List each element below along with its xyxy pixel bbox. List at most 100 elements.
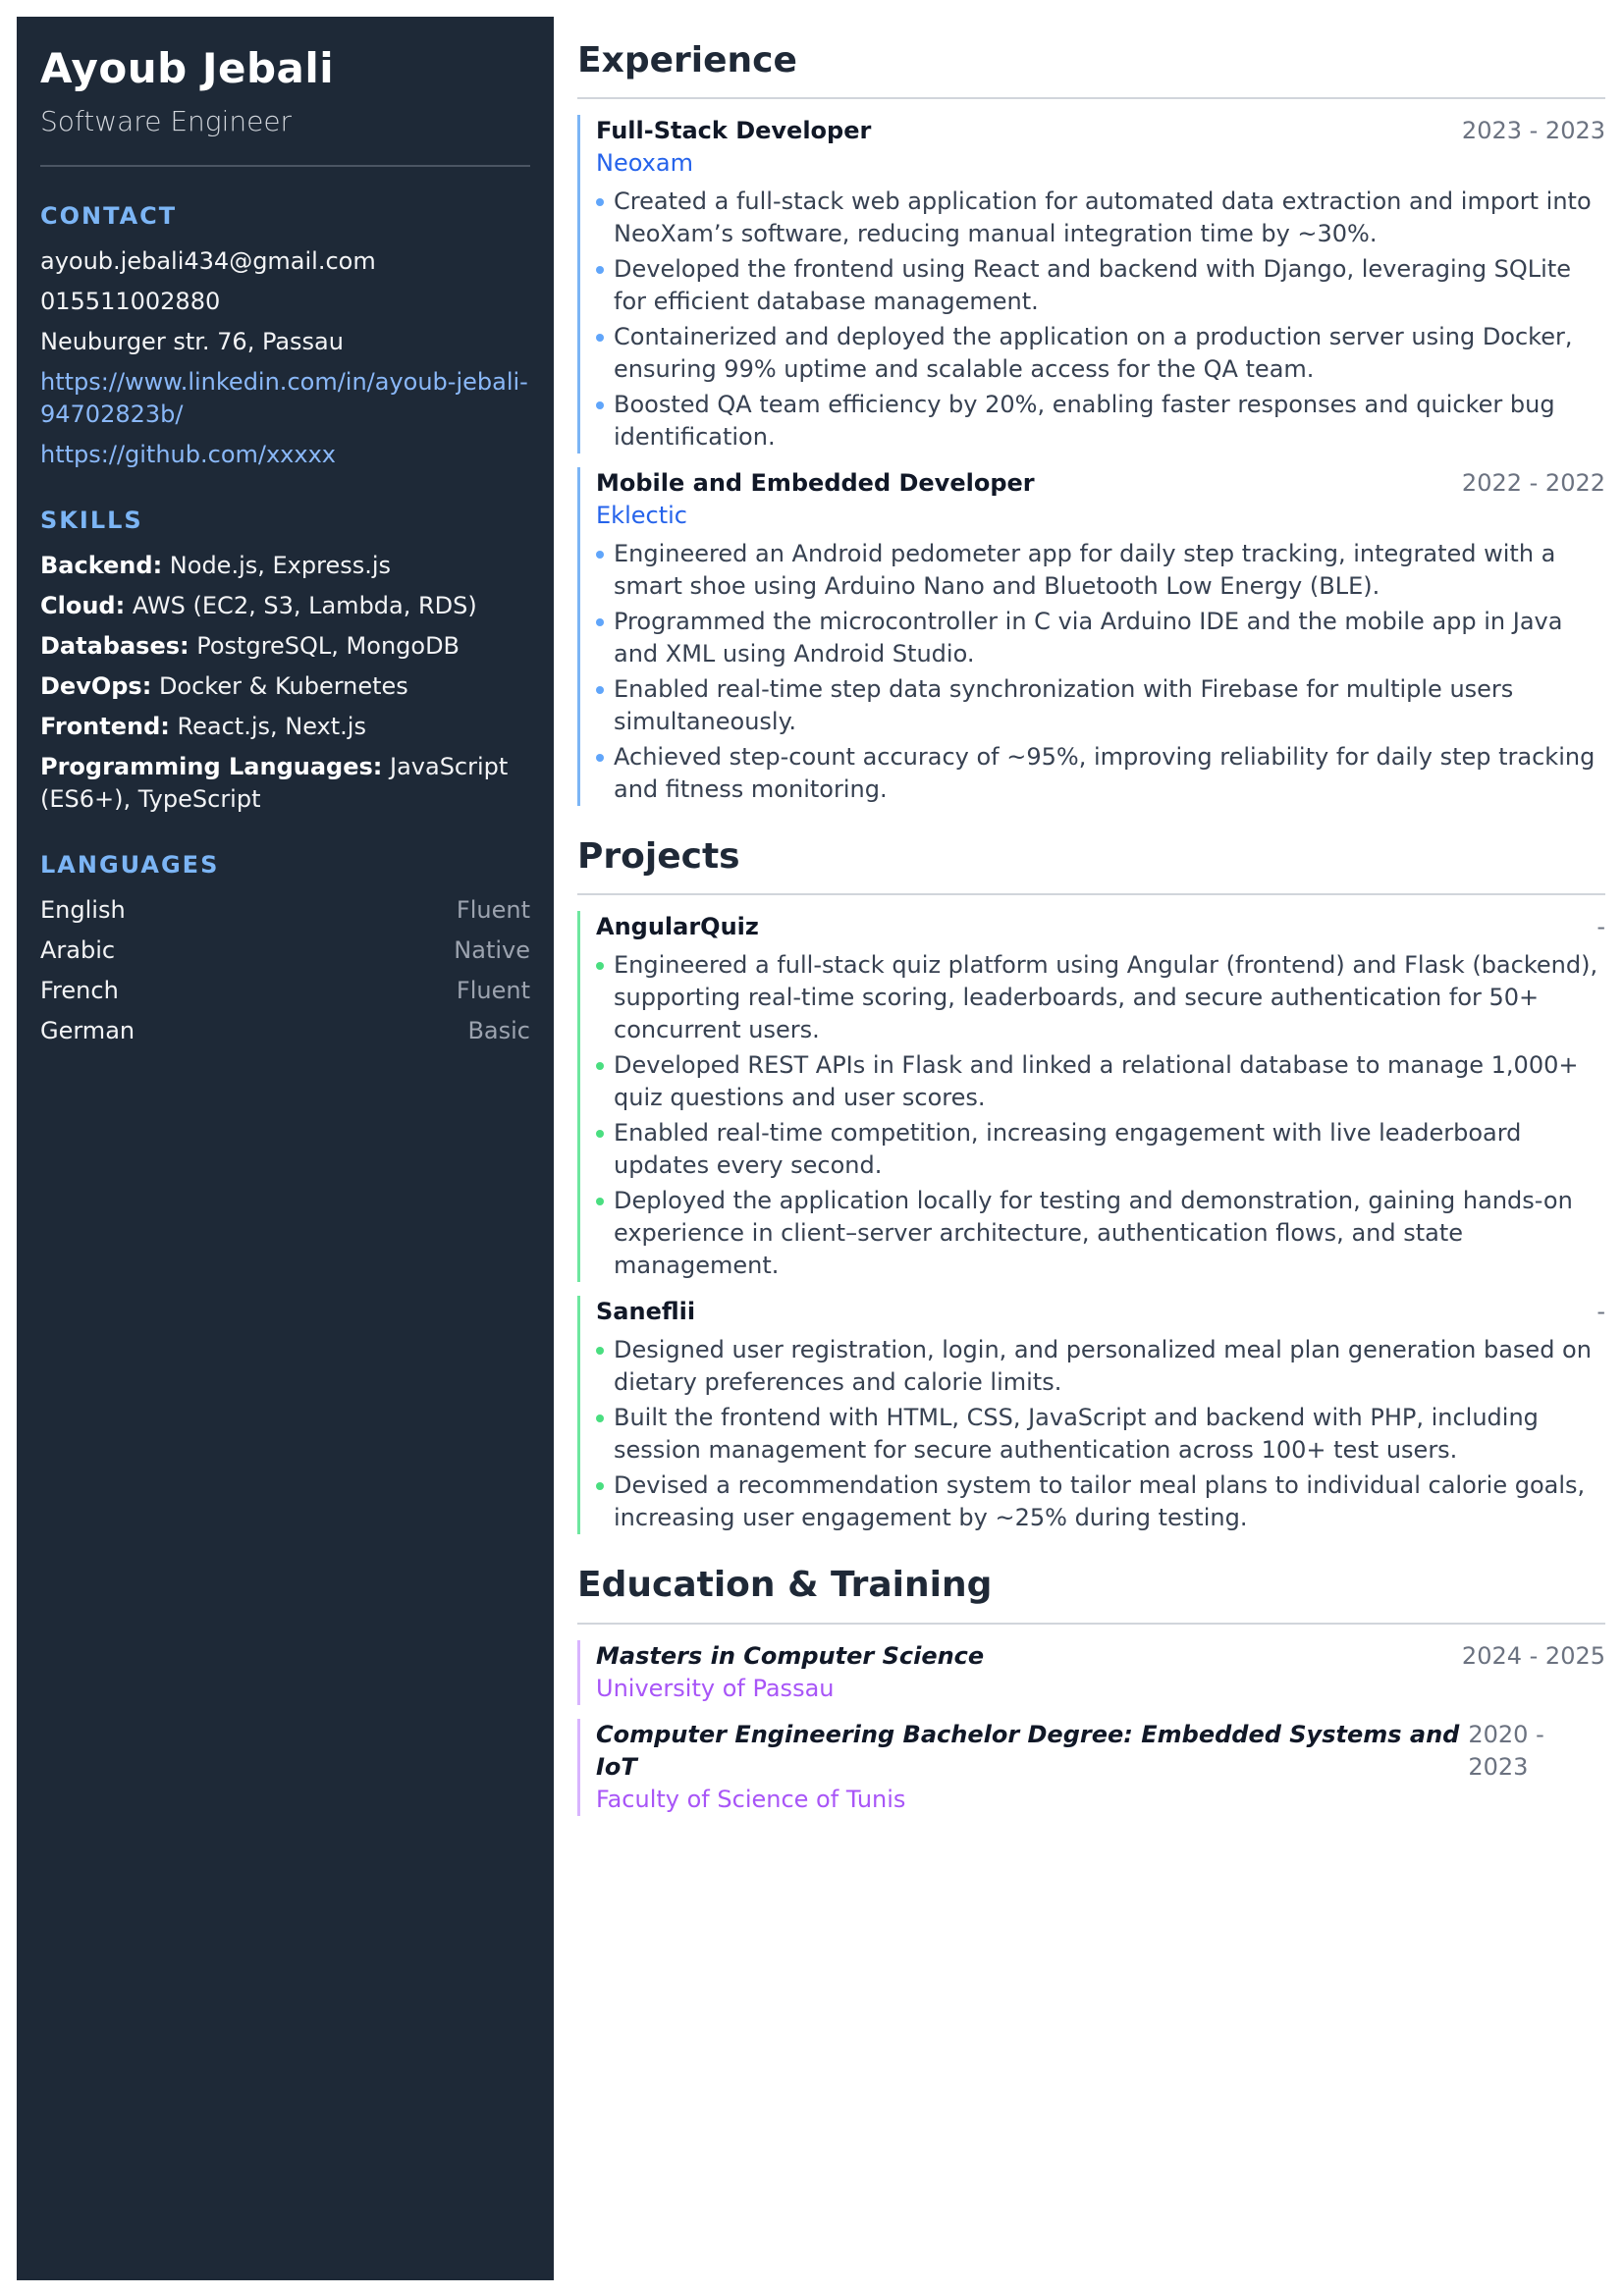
bullet-text: Created a full-stack web application for… [614,187,1592,248]
project-entry: Saneflii - Designed user registration, log… [577,1296,1605,1535]
education-list: Masters in Computer Science 2024 - 2025 Un… [577,1639,1605,1816]
skill-value: Docker & Kubernetes [151,672,408,701]
candidate-name: Ayoub Jebali [40,44,335,92]
skills-list: Backend: Node.js, Express.js Cloud: AWS (… [40,550,530,816]
skill-value: React.js, Next.js [169,713,366,741]
skill-value: PostgreSQL, MongoDB [189,632,460,661]
language-row: German Basic [40,1015,530,1047]
job-title: Mobile and Embedded Developer [596,469,1035,498]
bullet-dot-icon [596,1130,604,1139]
education-entry: Masters in Computer Science 2024 - 2025 Un… [577,1639,1605,1705]
entry-header: Computer Engineering Bachelor Degree: Em… [596,1719,1605,1784]
language-level: Fluent [456,977,530,1005]
skill-line: DevOps: Docker & Kubernetes [40,670,530,703]
projects-list: AngularQuiz - Engineered a full-stack quiz… [577,911,1605,1535]
entry-organization: Faculty of Science of Tunis [596,1785,906,1813]
bullet-item: Deployed the application locally for tes… [596,1185,1605,1282]
bullet-list: Engineered a full-stack quiz platform us… [596,949,1605,1282]
contact-email[interactable]: ayoub.jebali434@gmail.com [40,245,530,278]
entry-date: - [1596,913,1605,941]
language-level: Native [454,936,530,965]
experience-entry: Full-Stack Developer 2023 - 2023 Neoxam Cre… [577,115,1605,454]
experience-heading: Experience [577,39,1605,100]
degree-title: Computer Engineering Bachelor Degree: Em… [596,1720,1460,1781]
bullet-text: Devised a recommendation system to tailo… [614,1471,1586,1532]
bullet-item: Enabled real-time step data synchronizat… [596,673,1605,738]
language-row: English Fluent [40,894,530,927]
languages-list: English Fluent Arabic Native French Fluent Ger… [40,894,530,1047]
language-row: French Fluent [40,975,530,1007]
bullet-text: Engineered an Android pedometer app for … [614,540,1556,601]
entry-header: Masters in Computer Science 2024 - 2025 [596,1640,1605,1673]
job-title: Full-Stack Developer [596,117,872,145]
contact-address: Neuburger str. 76, Passau [40,328,344,356]
entry-date: 2022 - 2022 [1461,469,1605,498]
language-name: French [40,977,119,1005]
bullet-item: Engineered a full-stack quiz platform us… [596,949,1605,1046]
entry-organization: University of Passau [596,1674,835,1702]
degree-title: Masters in Computer Science [596,1641,985,1670]
bullet-text: Enabled real-time step data synchronizat… [614,675,1514,736]
bullet-text: Boosted QA team efficiency by 20%, enabl… [614,391,1555,452]
bullet-dot-icon [596,1198,604,1206]
skill-category: Cloud: [40,592,126,620]
bullet-item: Devised a recommendation system to tailo… [596,1469,1605,1534]
bullet-dot-icon [596,1415,604,1423]
bullet-item: Built the frontend with HTML, CSS, JavaS… [596,1402,1605,1467]
bullet-item: Developed the frontend using React and b… [596,253,1605,318]
bullet-dot-icon [596,198,604,207]
bullet-text: Developed REST APIs in Flask and linked … [614,1051,1579,1112]
bullet-text: Engineered a full-stack quiz platform us… [614,951,1598,1044]
bullet-text: Containerized and deployed the applicati… [614,323,1573,384]
skill-category: Frontend: [40,713,170,741]
contact-github-link[interactable]: https://github.com/xxxxx [40,439,530,471]
sidebar-divider [40,165,530,168]
education-entry: Computer Engineering Bachelor Degree: Em… [577,1718,1605,1816]
bullet-item: Enabled real-time competition, increasin… [596,1117,1605,1182]
contact-heading: CONTACT [40,202,178,231]
entry-date: - [1596,1298,1605,1326]
bullet-dot-icon [596,266,604,275]
language-name: English [40,896,126,925]
skills-heading: SKILLS [40,507,143,535]
contact-linkedin-link[interactable]: https://www.linkedin.com/in/ayoub-jebali… [40,366,530,431]
resume-page: Ayoub Jebali Software Engineer CONTACT a… [0,0,1623,2296]
skill-category: Programming Languages: [40,753,383,781]
bullet-dot-icon [596,754,604,763]
entry-header: Mobile and Embedded Developer 2022 - 2022 [596,467,1605,500]
language-row: Arabic Native [40,934,530,967]
entry-header: Saneflii - [596,1296,1605,1328]
bullet-item: Achieved step-count accuracy of ~95%, im… [596,741,1605,806]
entry-date: 2023 - 2023 [1461,117,1605,145]
bullet-dot-icon [596,1347,604,1356]
skill-value: Node.js, Express.js [162,552,392,580]
projects-section: Projects AngularQuiz - Engineered a full-s… [577,835,1605,1535]
entry-organization: Eklectic [596,502,687,530]
project-entry: AngularQuiz - Engineered a full-stack quiz… [577,911,1605,1283]
skill-category: Databases: [40,632,189,661]
sidebar: Ayoub Jebali Software Engineer CONTACT a… [17,17,554,2280]
language-name: Arabic [40,936,116,965]
language-level: Basic [467,1017,530,1045]
bullet-item: Developed REST APIs in Flask and linked … [596,1049,1605,1114]
bullet-item: Programmed the microcontroller in C via … [596,606,1605,670]
bullet-text: Built the frontend with HTML, CSS, JavaS… [614,1404,1539,1465]
bullet-item: Boosted QA team efficiency by 20%, enabl… [596,389,1605,454]
bullet-list: Engineered an Android pedometer app for … [596,538,1605,806]
bullet-list: Created a full-stack web application for… [596,186,1605,454]
bullet-item: Designed user registration, login, and p… [596,1334,1605,1399]
bullet-item: Created a full-stack web application for… [596,186,1605,250]
entry-header: Full-Stack Developer 2023 - 2023 [596,115,1605,147]
bullet-text: Developed the frontend using React and b… [614,255,1572,316]
languages-heading: LANGUAGES [40,851,220,880]
bullet-text: Deployed the application locally for tes… [614,1187,1573,1280]
bullet-item: Containerized and deployed the applicati… [596,321,1605,386]
bullet-text: Enabled real-time competition, increasin… [614,1119,1522,1180]
skill-category: DevOps: [40,672,152,701]
bullet-text: Achieved step-count accuracy of ~95%, im… [614,743,1596,804]
entry-date: 2024 - 2025 [1461,1641,1605,1670]
project-title: AngularQuiz [596,913,759,941]
bullet-text: Programmed the microcontroller in C via … [614,608,1563,668]
bullet-dot-icon [596,334,604,343]
projects-heading: Projects [577,835,1605,896]
